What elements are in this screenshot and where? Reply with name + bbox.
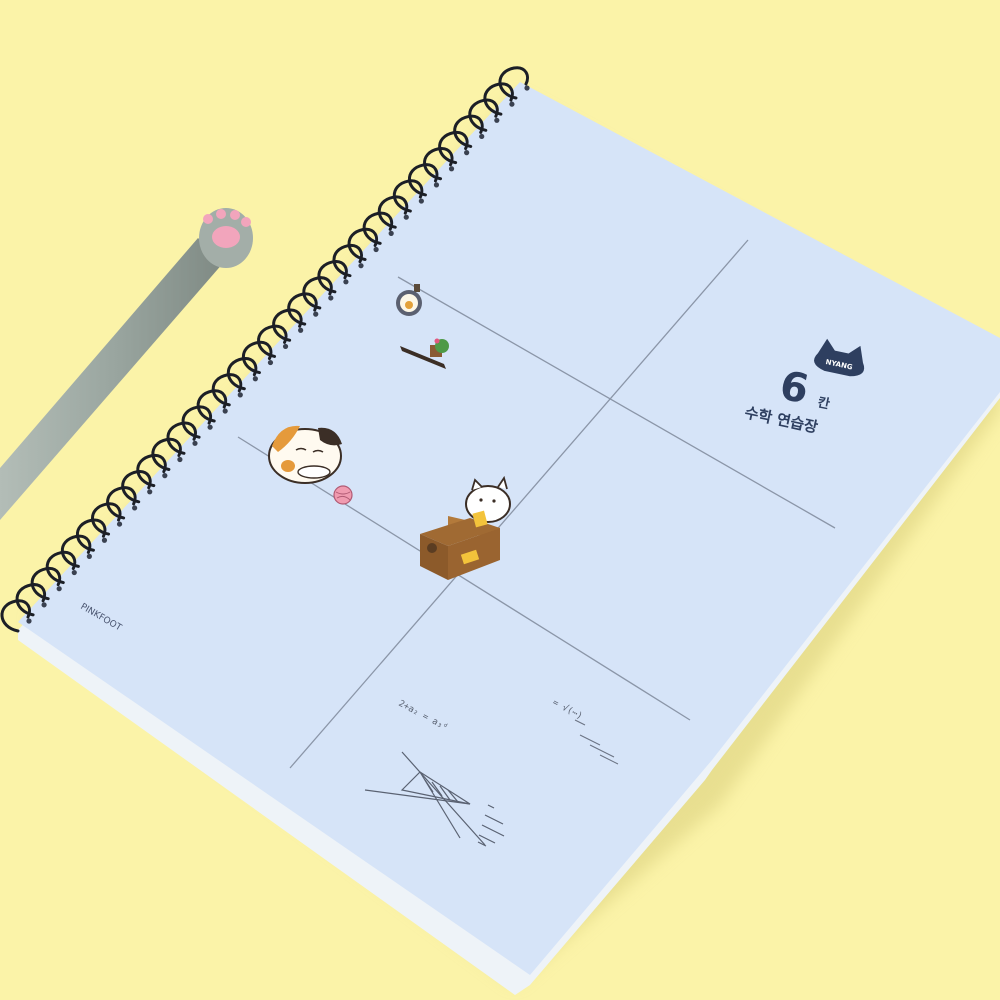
- binding-hole: [524, 85, 530, 91]
- binding-hole: [448, 166, 455, 172]
- binding-hole: [509, 101, 515, 107]
- paw-toe-icon: [203, 214, 213, 224]
- binding-hole: [373, 246, 379, 253]
- binding-hole: [494, 117, 500, 123]
- binding-hole: [207, 424, 213, 430]
- binding-hole: [358, 263, 364, 269]
- binding-hole: [132, 505, 138, 511]
- paw-pad-icon: [212, 226, 240, 248]
- binding-hole: [192, 440, 198, 446]
- sleeping-calico-cat-icon: [268, 425, 342, 484]
- binding-hole: [101, 537, 108, 543]
- binding-hole: [328, 295, 334, 301]
- binding-hole: [298, 327, 304, 333]
- binding-hole: [56, 586, 62, 592]
- binding-hole: [237, 392, 243, 398]
- paw-toe-icon: [241, 217, 251, 227]
- notebook-cover: [18, 82, 1000, 975]
- binding-hole: [86, 553, 92, 559]
- binding-hole: [41, 602, 47, 608]
- binding-hole: [177, 456, 183, 463]
- yarn-ball-icon: [333, 485, 353, 505]
- binding-hole: [433, 182, 440, 188]
- paw-toe-icon: [230, 210, 240, 220]
- binding-hole: [222, 408, 228, 414]
- binding-hole: [403, 214, 409, 220]
- binding-hole: [252, 376, 258, 382]
- binding-hole: [388, 230, 394, 236]
- binding-hole: [116, 521, 123, 527]
- binding-hole: [267, 359, 274, 366]
- binding-hole: [343, 279, 349, 285]
- binding-hole: [464, 150, 470, 156]
- paw-toe-icon: [216, 209, 226, 219]
- photo-scene: NYANG 6 칸 수학 연습장 PINKFOOT 2+a₂ = a₃ᵈ = √…: [0, 66, 1000, 995]
- binding-hole: [71, 569, 77, 576]
- binding-hole: [313, 311, 319, 317]
- binding-hole: [162, 473, 168, 479]
- binding-hole: [418, 198, 424, 204]
- binding-hole: [26, 618, 32, 624]
- binding-hole: [147, 489, 153, 495]
- binding-hole: [479, 133, 485, 140]
- binding-hole: [282, 343, 289, 350]
